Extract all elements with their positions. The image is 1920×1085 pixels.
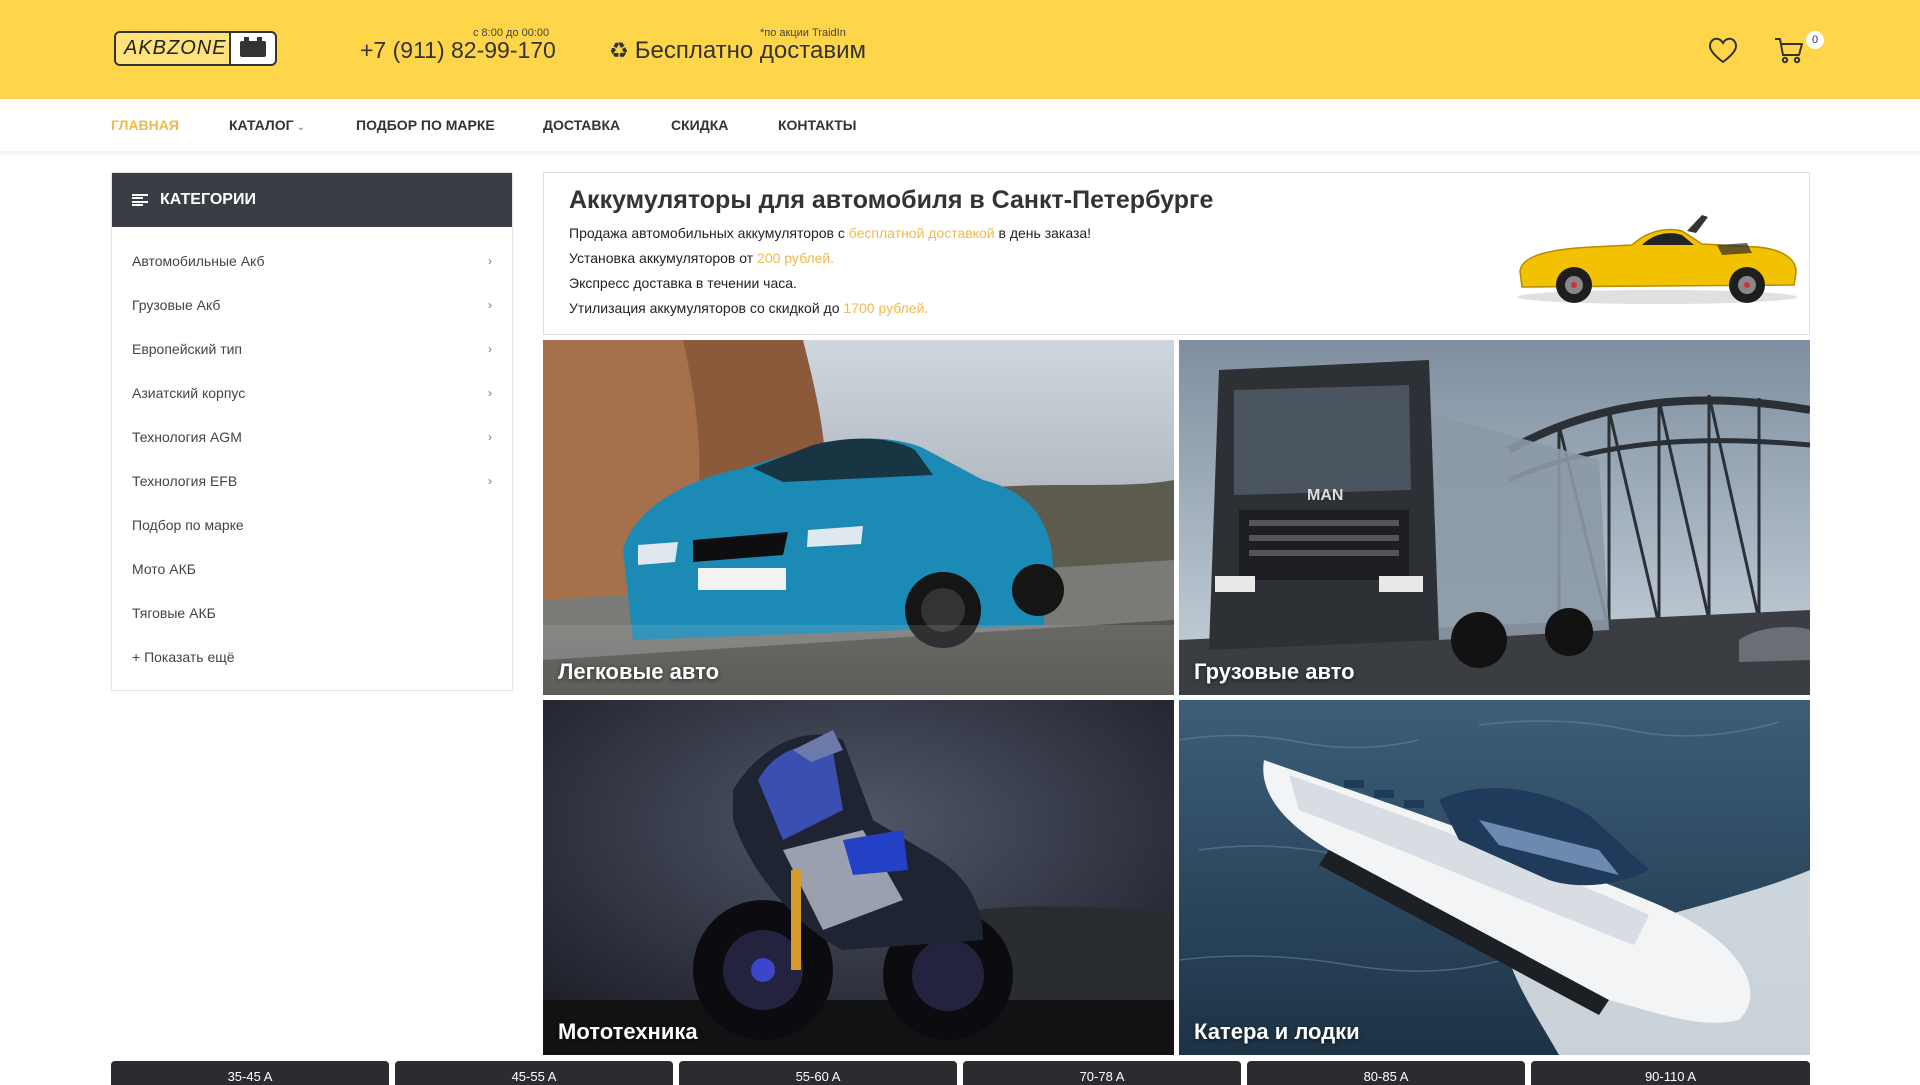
category-label: Технология AGM [132,429,242,445]
logo-text: AKBZONE [116,33,231,64]
nav-brand-selection[interactable]: ПОДБОР ПО МАРКЕ [356,117,495,133]
categories-header: КАТЕГОРИИ [112,173,512,227]
chevron-right-icon: › [488,342,492,356]
capacity-tab[interactable]: 80-85 A [1247,1061,1525,1085]
intro-text: Продажа автомобильных аккумуляторов с [569,225,849,241]
category-item-european[interactable]: Европейский тип › [112,327,512,371]
svg-text:MAN: MAN [1307,487,1343,504]
category-item-asian[interactable]: Азиатский корпус › [112,371,512,415]
capacity-tab[interactable]: 55-60 A [679,1061,957,1085]
categories-title: КАТЕГОРИИ [160,191,256,208]
tile-boats[interactable]: Катера и лодки [1179,700,1810,1055]
show-more-link[interactable]: + Показать ещё [112,635,512,679]
tile-label: Катера и лодки [1194,1019,1360,1044]
category-label: Технология EFB [132,473,238,489]
intro-line-recycle: Утилизация аккумуляторов со скидкой до 1… [569,300,928,316]
category-label: Автомобильные Акб [132,253,265,269]
chevron-right-icon: › [488,474,492,488]
motorcycle-image [543,700,1174,1055]
capacity-tab[interactable]: 45-55 A [395,1061,673,1085]
nav-catalog[interactable]: КАТАЛОГ ⌄ [229,117,305,133]
nav-contacts[interactable]: КОНТАКТЫ [778,117,856,133]
category-label: Подбор по марке [132,517,244,533]
tile-label: Легковые авто [558,659,720,684]
chevron-right-icon: › [488,430,492,444]
chevron-down-icon: ⌄ [296,122,305,133]
phone-number[interactable]: +7 (911) 82-99-170 [360,37,556,64]
intro-line-install: Установка аккумуляторов от 200 рублей. [569,250,834,266]
intro-text: в день заказа! [994,225,1092,241]
category-item-moto[interactable]: Мото АКБ [112,547,512,591]
category-label: Европейский тип [132,341,243,357]
boat-image [1179,700,1810,1055]
page-title: Аккумуляторы для автомобиля в Санкт-Пете… [569,186,1214,214]
intro-highlight: бесплатной доставкой [848,225,995,241]
tile-trucks[interactable]: MAN Грузовые авто [1179,340,1810,695]
nav-home[interactable]: ГЛАВНАЯ [111,117,179,133]
tile-label: Грузовые авто [1194,659,1355,684]
tile-motorcycles[interactable]: Мототехника [543,700,1174,1055]
capacity-tab[interactable]: 35-45 A [111,1061,389,1085]
intro-text: Утилизация аккумуляторов со скидкой до [569,300,844,316]
capacity-tab[interactable]: 90-110 A [1531,1061,1810,1085]
intro-highlight: 1700 рублей. [843,300,929,316]
battery-icon [231,33,275,64]
category-item-efb[interactable]: Технология EFB › [112,459,512,503]
intro-line-express: Экспресс доставка в течении часа. [569,275,797,291]
show-more-label: + Показать ещё [132,649,235,665]
cart-count-badge: 0 [1806,31,1824,49]
category-item-brand[interactable]: Подбор по марке [112,503,512,547]
chevron-right-icon: › [488,298,492,312]
category-item-agm[interactable]: Технология AGM › [112,415,512,459]
list-icon [132,194,148,206]
free-delivery-text: Бесплатно доставим [634,37,866,64]
site-logo[interactable]: AKBZONE [114,31,277,66]
top-header: AKBZONE с 8:00 до 00:00 +7 (911) 82-99-1… [0,0,1920,99]
category-item-truck[interactable]: Грузовые Акб › [112,283,512,327]
heart-icon[interactable] [1707,35,1739,65]
chevron-right-icon: › [488,254,492,268]
intro-box: Аккумуляторы для автомобиля в Санкт-Пете… [543,172,1810,335]
category-label: Грузовые Акб [132,297,221,313]
nav-delivery[interactable]: ДОСТАВКА [543,117,620,133]
free-delivery: ♻ Бесплатно доставим [609,37,866,65]
chevron-right-icon: › [488,386,492,400]
category-item-traction[interactable]: Тяговые АКБ [112,591,512,635]
truck-image: MAN [1179,340,1810,695]
category-label: Мото АКБ [132,561,196,577]
category-item-car[interactable]: Автомобильные Акб › [112,239,512,283]
passenger-car-image [543,340,1174,695]
recycle-icon: ♻ [609,38,629,63]
nav-catalog-label: КАТАЛОГ [229,117,294,133]
main-nav: ГЛАВНАЯ КАТАЛОГ ⌄ ПОДБОР ПО МАРКЕ ДОСТАВК… [0,99,1920,151]
categories-sidebar: КАТЕГОРИИ Автомобильные Акб › Грузовые Ак… [111,172,513,691]
capacity-tab[interactable]: 70-78 A [963,1061,1241,1085]
category-list: Автомобильные Акб › Грузовые Акб › Европей… [112,227,512,679]
cart-icon[interactable] [1773,34,1805,66]
tile-label: Мототехника [558,1019,698,1044]
yellow-car-image [1517,215,1797,304]
intro-line-sales: Продажа автомобильных аккумуляторов с бе… [569,225,1091,241]
intro-text: Установка аккумуляторов от [569,250,758,266]
intro-highlight: 200 рублей. [757,250,835,266]
tile-passenger-cars[interactable]: Легковые авто [543,340,1174,695]
nav-discount[interactable]: СКИДКА [671,117,728,133]
category-label: Азиатский корпус [132,385,246,401]
category-label: Тяговые АКБ [132,605,216,621]
